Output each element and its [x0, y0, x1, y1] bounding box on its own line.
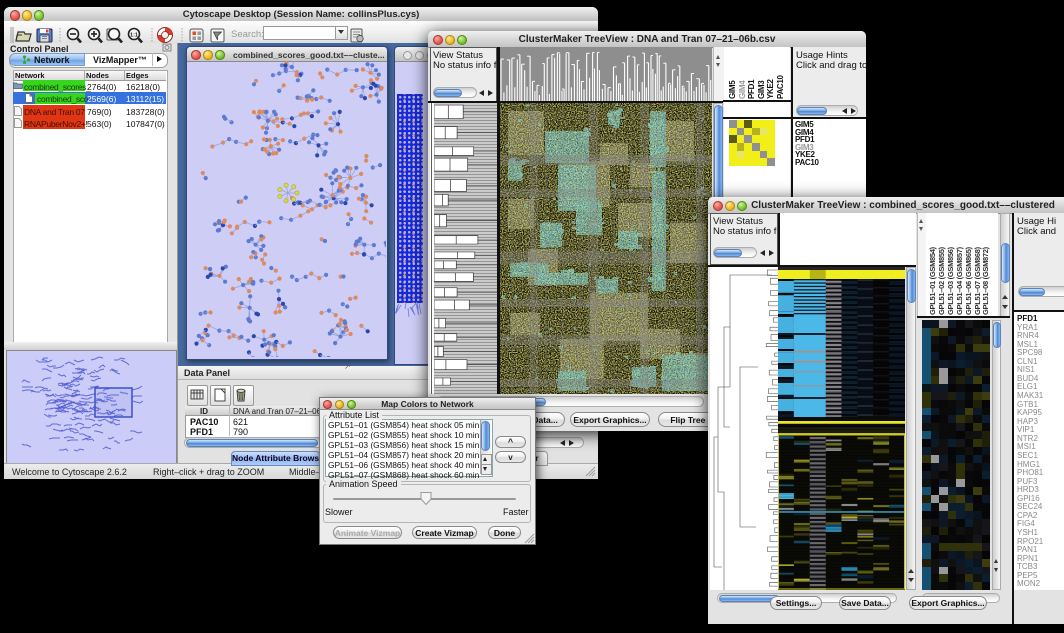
svg-text:1:1: 1:1 [130, 33, 138, 39]
